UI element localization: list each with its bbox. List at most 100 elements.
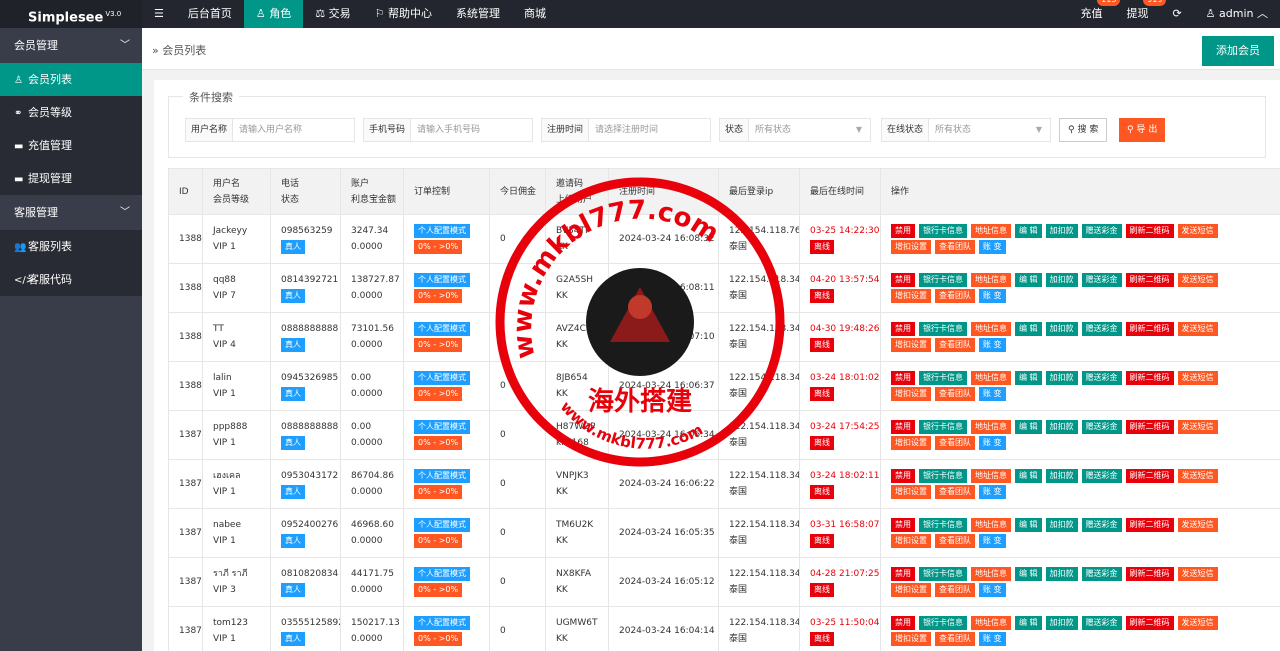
add-member-button[interactable]: 添加会员	[1202, 36, 1274, 66]
action-button[interactable]: 加扣款	[1045, 273, 1078, 287]
sidebar-item[interactable]: ♙ 会员列表	[0, 63, 142, 96]
action-button[interactable]: 禁用	[891, 469, 915, 483]
sidebar-item[interactable]: ⚭ 会员等级	[0, 96, 142, 129]
action-button[interactable]: 编 辑	[1015, 420, 1042, 434]
action-button[interactable]: 银行卡信息	[919, 518, 967, 532]
topnav-item[interactable]: 系统管理	[444, 0, 512, 28]
action-button[interactable]: 加扣款	[1045, 322, 1078, 336]
personal-mode-button[interactable]: 个人配置模式	[414, 616, 470, 630]
menu-toggle-icon[interactable]: ☰	[142, 0, 176, 28]
sidebar-item[interactable]: </>客服代码	[0, 263, 142, 296]
ratio-button[interactable]: 0% - >0%	[414, 632, 463, 646]
action-button[interactable]: 刷新二维码	[1125, 518, 1174, 532]
action-button[interactable]: 禁用	[891, 567, 915, 581]
action-button[interactable]: 增扣设置	[891, 485, 931, 499]
action-button[interactable]: 刷新二维码	[1125, 273, 1174, 287]
action-button[interactable]: 增扣设置	[891, 436, 931, 450]
personal-mode-button[interactable]: 个人配置模式	[414, 224, 470, 238]
action-button[interactable]: 增扣设置	[891, 632, 931, 646]
action-button[interactable]: 发送短信	[1177, 322, 1218, 336]
action-button[interactable]: 赠送彩金	[1081, 224, 1122, 238]
regtime-input[interactable]: 请选择注册时间	[589, 119, 710, 141]
action-button[interactable]: 发送短信	[1177, 420, 1218, 434]
action-button[interactable]: 账 变	[979, 632, 1006, 646]
action-button[interactable]: 地址信息	[971, 616, 1011, 630]
action-button[interactable]: 查看团队	[935, 485, 975, 499]
action-button[interactable]: 赠送彩金	[1081, 273, 1122, 287]
action-button[interactable]: 发送短信	[1177, 371, 1218, 385]
action-button[interactable]: 增扣设置	[891, 583, 931, 597]
action-button[interactable]: 发送短信	[1177, 273, 1218, 287]
action-button[interactable]: 刷新二维码	[1125, 469, 1174, 483]
action-button[interactable]: 地址信息	[971, 469, 1011, 483]
action-button[interactable]: 刷新二维码	[1125, 224, 1174, 238]
action-button[interactable]: 增扣设置	[891, 240, 931, 254]
action-button[interactable]: 禁用	[891, 616, 915, 630]
action-button[interactable]: 银行卡信息	[919, 322, 967, 336]
action-button[interactable]: 地址信息	[971, 420, 1011, 434]
action-button[interactable]: 地址信息	[971, 518, 1011, 532]
sidebar-group[interactable]: 客服管理 ﹀	[0, 195, 142, 230]
action-button[interactable]: 增扣设置	[891, 338, 931, 352]
action-button[interactable]: 查看团队	[935, 240, 975, 254]
personal-mode-button[interactable]: 个人配置模式	[414, 273, 470, 287]
action-button[interactable]: 加扣款	[1045, 616, 1078, 630]
topnav-item[interactable]: 商城	[512, 0, 558, 28]
topnav-item[interactable]: ⚐ 帮助中心	[363, 0, 444, 28]
action-button[interactable]: 赠送彩金	[1081, 322, 1122, 336]
ratio-button[interactable]: 0% - >0%	[414, 338, 463, 352]
action-button[interactable]: 刷新二维码	[1125, 567, 1174, 581]
action-button[interactable]: 地址信息	[971, 322, 1011, 336]
personal-mode-button[interactable]: 个人配置模式	[414, 371, 470, 385]
action-button[interactable]: 银行卡信息	[919, 420, 967, 434]
recharge-link[interactable]: 充值113	[1068, 0, 1121, 28]
ratio-button[interactable]: 0% - >0%	[414, 387, 463, 401]
action-button[interactable]: 加扣款	[1045, 518, 1078, 532]
action-button[interactable]: 编 辑	[1015, 518, 1042, 532]
action-button[interactable]: 禁用	[891, 273, 915, 287]
action-button[interactable]: 加扣款	[1045, 469, 1078, 483]
action-button[interactable]: 赠送彩金	[1081, 567, 1122, 581]
ratio-button[interactable]: 0% - >0%	[414, 534, 463, 548]
sidebar-item[interactable]: 👥 客服列表	[0, 230, 142, 263]
action-button[interactable]: 查看团队	[935, 534, 975, 548]
personal-mode-button[interactable]: 个人配置模式	[414, 420, 470, 434]
action-button[interactable]: 查看团队	[935, 338, 975, 352]
action-button[interactable]: 禁用	[891, 224, 915, 238]
action-button[interactable]: 发送短信	[1177, 616, 1218, 630]
action-button[interactable]: 地址信息	[971, 371, 1011, 385]
action-button[interactable]: 增扣设置	[891, 387, 931, 401]
action-button[interactable]: 赠送彩金	[1081, 616, 1122, 630]
action-button[interactable]: 查看团队	[935, 436, 975, 450]
action-button[interactable]: 账 变	[979, 436, 1006, 450]
action-button[interactable]: 地址信息	[971, 224, 1011, 238]
action-button[interactable]: 赠送彩金	[1081, 371, 1122, 385]
action-button[interactable]: 查看团队	[935, 583, 975, 597]
action-button[interactable]: 加扣款	[1045, 420, 1078, 434]
action-button[interactable]: 地址信息	[971, 567, 1011, 581]
action-button[interactable]: 账 变	[979, 240, 1006, 254]
status-select[interactable]: 所有状态 ▼	[749, 119, 870, 141]
ratio-button[interactable]: 0% - >0%	[414, 436, 463, 450]
online-select[interactable]: 所有状态 ▼	[929, 119, 1050, 141]
action-button[interactable]: 银行卡信息	[919, 371, 967, 385]
topnav-item[interactable]: 后台首页	[176, 0, 244, 28]
action-button[interactable]: 编 辑	[1015, 567, 1042, 581]
action-button[interactable]: 禁用	[891, 322, 915, 336]
action-button[interactable]: 银行卡信息	[919, 469, 967, 483]
action-button[interactable]: 发送短信	[1177, 224, 1218, 238]
action-button[interactable]: 刷新二维码	[1125, 322, 1174, 336]
action-button[interactable]: 地址信息	[971, 273, 1011, 287]
action-button[interactable]: 刷新二维码	[1125, 371, 1174, 385]
sidebar-item[interactable]: ▬ 提现管理	[0, 162, 142, 195]
action-button[interactable]: 刷新二维码	[1125, 420, 1174, 434]
sidebar-item[interactable]: ▬ 充值管理	[0, 129, 142, 162]
action-button[interactable]: 查看团队	[935, 632, 975, 646]
breadcrumb-current[interactable]: 会员列表	[162, 44, 206, 57]
action-button[interactable]: 刷新二维码	[1125, 616, 1174, 630]
personal-mode-button[interactable]: 个人配置模式	[414, 322, 470, 336]
sidebar-group[interactable]: 会员管理 ﹀	[0, 28, 142, 63]
action-button[interactable]: 银行卡信息	[919, 224, 967, 238]
action-button[interactable]: 禁用	[891, 420, 915, 434]
action-button[interactable]: 编 辑	[1015, 616, 1042, 630]
